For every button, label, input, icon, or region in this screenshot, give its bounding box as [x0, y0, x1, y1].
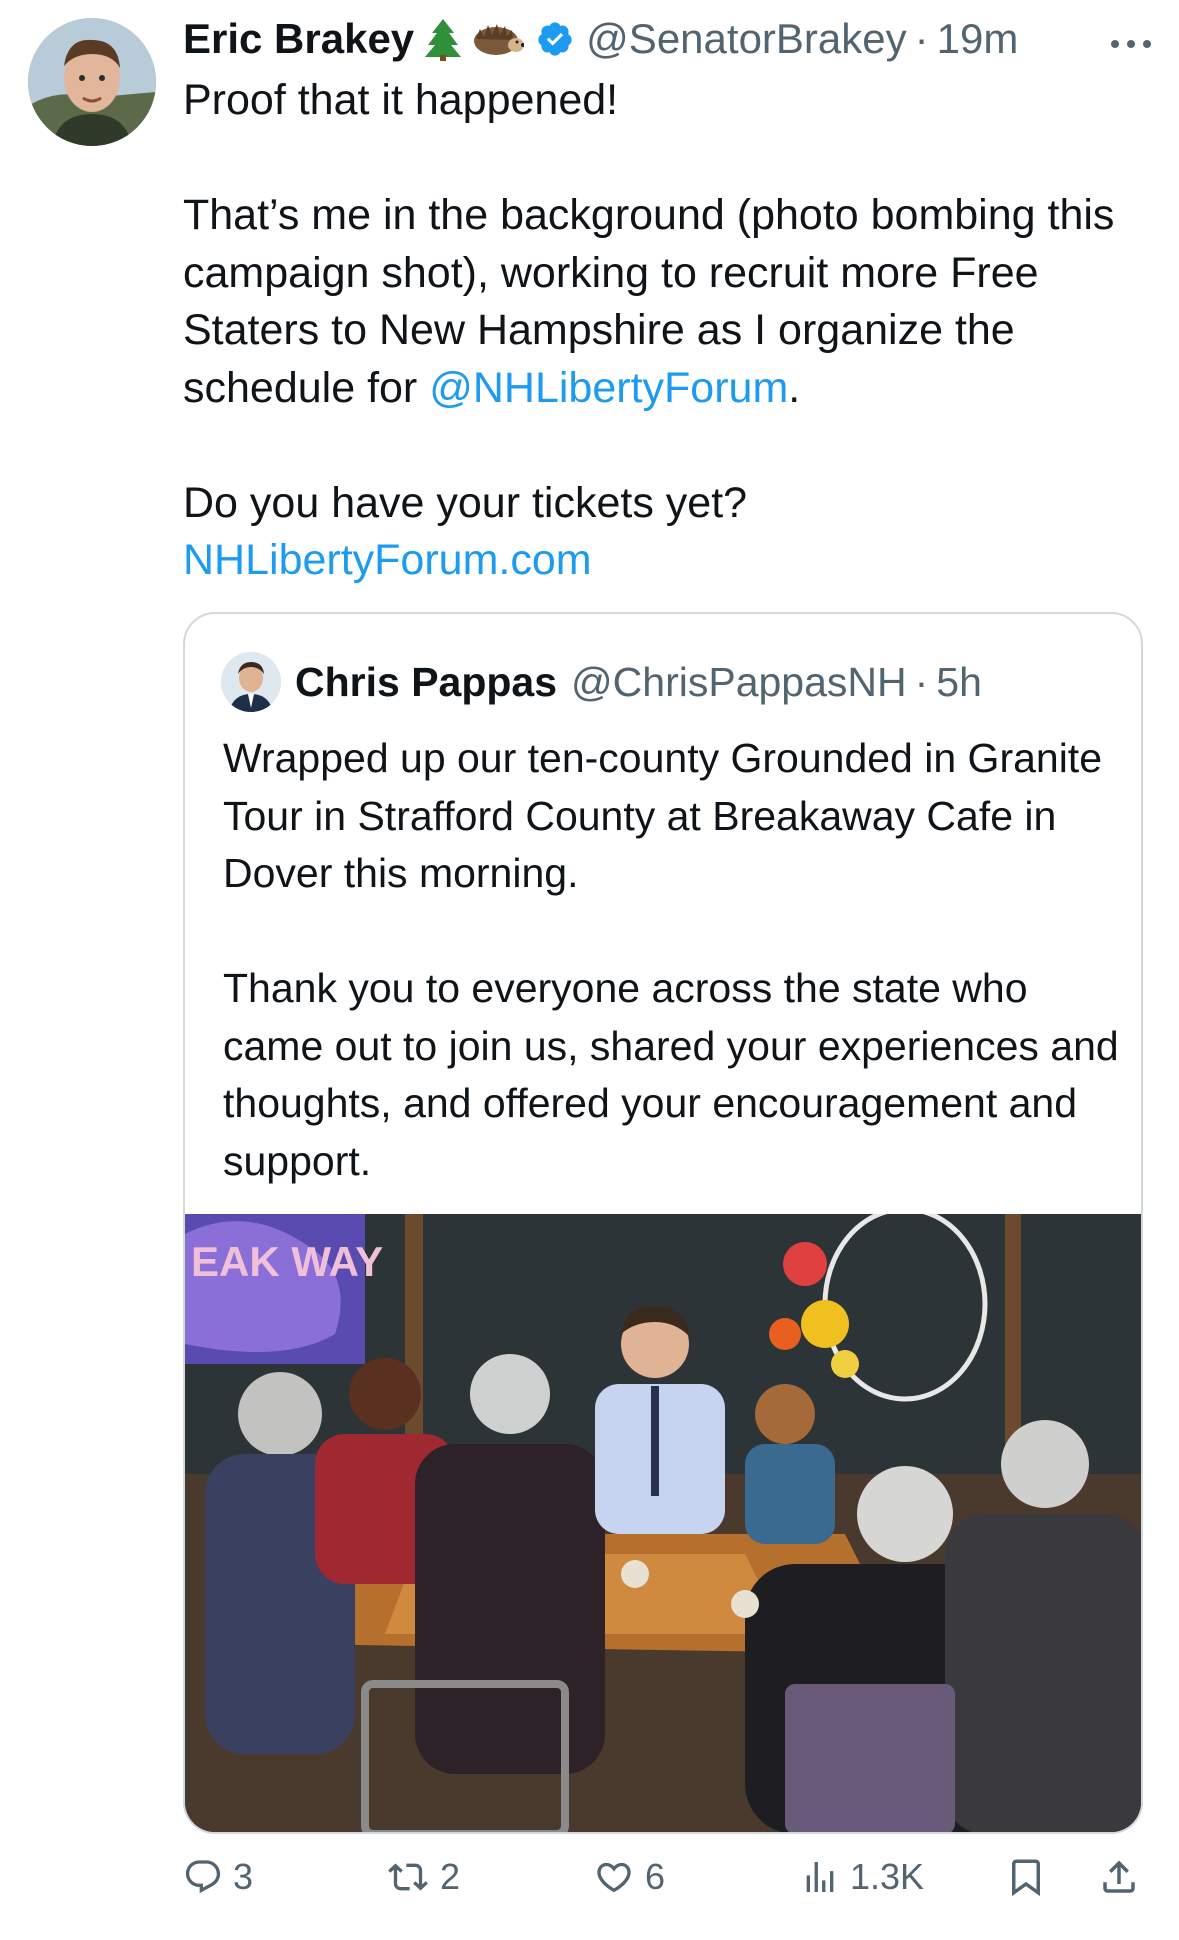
bookmark-button[interactable] [1005, 1856, 1047, 1898]
like-button[interactable]: 6 [593, 1856, 665, 1898]
retweet-icon [388, 1863, 428, 1891]
tweet-body: Proof that it happened! That’s me in the… [183, 72, 1163, 590]
retweet-button[interactable]: 2 [386, 1856, 460, 1898]
quoted-tweet-header: Chris Pappas @ChrisPappasNH · 5h [221, 652, 982, 712]
tweet-line-1: Proof that it happened! [183, 76, 619, 124]
quoted-tweet-body: Wrapped up our ten-county Grounded in Gr… [223, 730, 1123, 1190]
mention-link[interactable]: @NHLibertyForum [429, 364, 788, 412]
separator-dot: · [914, 15, 929, 62]
reply-icon [185, 1860, 221, 1894]
tweet-action-bar: 3 2 6 1.3K [0, 1840, 1179, 1920]
quoted-tweet-card[interactable]: Chris Pappas @ChrisPappasNH · 5h Wrapped… [183, 612, 1143, 1834]
quoted-timestamp[interactable]: 5h [936, 659, 982, 706]
quoted-paragraph-2: Thank you to everyone across the state w… [223, 965, 1119, 1184]
bookmark-icon [1012, 1859, 1040, 1897]
author-handle[interactable]: @SenatorBrakey [586, 15, 906, 63]
tweet-timestamp[interactable]: 19m [937, 15, 1019, 63]
verified-badge-icon [536, 20, 574, 58]
quoted-author-handle[interactable]: @ChrisPappasNH [571, 659, 907, 706]
reply-count: 3 [233, 1856, 254, 1897]
quoted-separator-dot: · [914, 658, 929, 705]
more-options-icon[interactable] [1109, 20, 1153, 59]
author-avatar[interactable] [28, 18, 156, 146]
views-chart-icon [806, 1862, 834, 1892]
author-name[interactable]: Eric Brakey [183, 15, 414, 63]
quoted-paragraph-1: Wrapped up our ten-county Grounded in Gr… [223, 735, 1102, 896]
website-link[interactable]: NHLibertyForum.com [183, 532, 1163, 590]
share-icon [1103, 1860, 1135, 1893]
share-button[interactable] [1098, 1856, 1140, 1898]
tweet-header: Eric Brakey @SenatorBrakey · 19m [183, 10, 1018, 68]
tweet-paragraph-3: Do you have your tickets yet? [183, 478, 748, 527]
photo-sign-text: EAK WAY [191, 1238, 383, 1285]
evergreen-tree-icon [424, 17, 462, 61]
reply-button[interactable]: 3 [183, 1856, 253, 1898]
quoted-tweet-photo[interactable]: EAK WAY [185, 1206, 1141, 1832]
tweet-paragraph-2-end: . [788, 363, 801, 412]
hedgehog-icon [472, 19, 525, 59]
quoted-author-avatar[interactable] [221, 652, 281, 712]
views-button[interactable]: 1.3K [800, 1856, 924, 1898]
retweet-count: 2 [440, 1856, 461, 1897]
heart-icon [597, 1862, 631, 1893]
quoted-author-name[interactable]: Chris Pappas [295, 659, 557, 706]
tweet-paragraph-2: That’s me in the background (photo bombi… [183, 187, 1163, 417]
views-count: 1.3K [850, 1856, 925, 1897]
like-count: 6 [645, 1856, 666, 1897]
